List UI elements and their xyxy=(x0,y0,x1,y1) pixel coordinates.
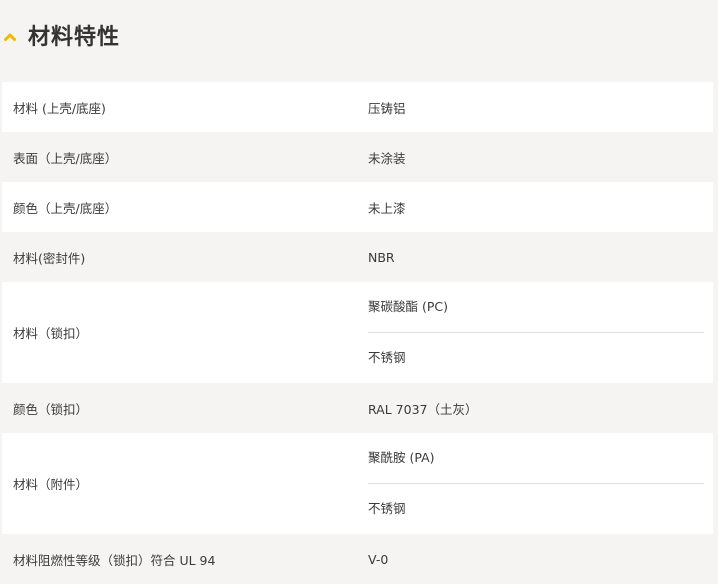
table-row: 材料(密封件) NBR xyxy=(2,232,713,282)
property-values: 聚酰胺 (PA) 不锈钢 xyxy=(358,433,713,534)
property-value: 未上漆 xyxy=(368,200,406,216)
property-value: 聚酰胺 (PA) xyxy=(368,450,435,465)
property-value: 不锈钢 xyxy=(368,332,704,383)
table-row: 材料（锁扣） 聚碳酸酯 (PC) 不锈钢 xyxy=(2,282,713,383)
property-label: 材料（附件） xyxy=(13,477,89,492)
table-row: 颜色（锁扣） RAL 7037（土灰） xyxy=(2,383,713,433)
property-value: 压铸铝 xyxy=(368,100,406,116)
section-header-material-properties[interactable]: 材料特性 xyxy=(0,0,718,78)
property-label: 颜色（上壳/底座） xyxy=(13,200,118,216)
property-value: V-0 xyxy=(368,551,389,567)
property-label: 材料（锁扣） xyxy=(13,326,89,341)
table-row: 材料（附件） 聚酰胺 (PA) 不锈钢 xyxy=(2,433,713,534)
property-label: 材料 (上壳/底座) xyxy=(13,100,106,116)
table-row: 颜色（上壳/底座） 未上漆 xyxy=(2,182,713,232)
property-value: 未涂装 xyxy=(368,150,406,166)
property-label: 材料阻燃性等级（锁扣）符合 UL 94 xyxy=(13,552,216,568)
property-label: 材料(密封件) xyxy=(13,250,86,266)
property-value: 聚碳酸酯 (PC) xyxy=(368,299,448,314)
table-row: 材料阻燃性等级（锁扣）符合 UL 94 V-0 xyxy=(2,534,713,584)
table-row: 材料 (上壳/底座) 压铸铝 xyxy=(2,82,713,132)
property-label: 颜色（锁扣） xyxy=(13,401,89,417)
property-label: 表面（上壳/底座） xyxy=(13,150,118,166)
table-row: 表面（上壳/底座） 未涂装 xyxy=(2,132,713,182)
property-value: NBR xyxy=(368,249,395,265)
property-value: 不锈钢 xyxy=(368,483,704,534)
chevron-up-icon xyxy=(4,33,16,41)
section-title: 材料特性 xyxy=(28,25,121,50)
material-properties-table: 材料 (上壳/底座) 压铸铝 表面（上壳/底座） 未涂装 颜色（上壳/底座） 未… xyxy=(2,82,713,584)
property-values: 聚碳酸酯 (PC) 不锈钢 xyxy=(358,282,713,383)
property-value: RAL 7037（土灰） xyxy=(368,401,478,417)
